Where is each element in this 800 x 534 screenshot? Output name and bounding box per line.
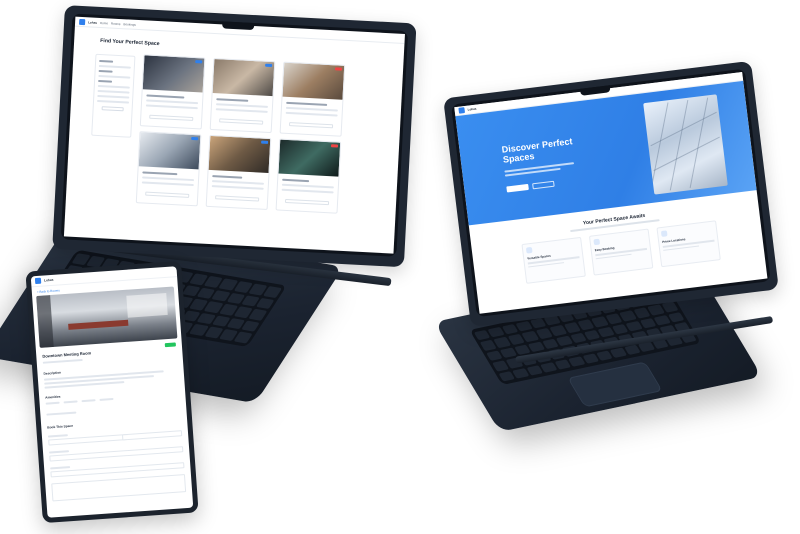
space-grid (135, 54, 354, 214)
building-image (643, 94, 728, 195)
nav-rooms[interactable]: Rooms (111, 21, 121, 25)
brand-name[interactable]: Lohas (88, 20, 97, 24)
brand-name[interactable]: Lohas (467, 107, 476, 112)
hero-subtitle (504, 162, 575, 178)
booking-heading: Book This Space (47, 423, 74, 430)
logo-icon (458, 107, 466, 114)
room-title: Downtown Meeting Room (42, 350, 92, 359)
laptop-lid: Lohas Home Rooms Bookings Find Your Perf… (52, 5, 417, 268)
space-card[interactable] (209, 57, 276, 134)
space-card[interactable] (135, 131, 202, 207)
laptop-lid: Lohas Discover Perfect Spaces Your Perfe… (443, 60, 779, 327)
tablet-detail: Lohas < Back to Rooms Downtown Meeting R… (25, 260, 199, 524)
apply-filter-button[interactable] (101, 106, 124, 112)
view-details-button[interactable] (284, 198, 330, 206)
view-details-button[interactable] (149, 114, 194, 121)
top-nav: Lohas (30, 266, 178, 288)
nav-home[interactable]: Home (100, 20, 108, 24)
laptop-home: Lohas Discover Perfect Spaces Your Perfe… (400, 60, 800, 440)
feature-card: Versatile Spaces (521, 236, 586, 284)
feature-card: Easy Booking (588, 228, 654, 276)
view-details-button[interactable] (145, 191, 190, 198)
time-field[interactable] (49, 446, 184, 462)
hero-title: Discover Perfect Spaces (501, 136, 573, 165)
amenities-heading: Amenities (45, 394, 61, 400)
calendar-icon (593, 238, 601, 246)
page-title: Find Your Perfect Space (100, 38, 160, 48)
room-photo (36, 286, 178, 348)
feature-card: Prime Locations (656, 220, 721, 268)
space-card[interactable] (275, 138, 342, 214)
detail-screen: Lohas < Back to Rooms Downtown Meeting R… (30, 266, 194, 518)
notes-field[interactable] (51, 474, 187, 502)
description-heading: Description (43, 370, 62, 376)
view-details-button[interactable] (215, 195, 260, 202)
logo-icon (34, 277, 42, 285)
duration-field[interactable] (121, 430, 183, 441)
nav-bookings[interactable]: Bookings (123, 22, 136, 27)
back-link[interactable]: < Back to Rooms (37, 288, 60, 294)
filter-panel (91, 53, 136, 138)
logo-icon (79, 18, 86, 25)
secondary-cta-button[interactable] (532, 180, 555, 190)
home-screen: Lohas Discover Perfect Spaces Your Perfe… (454, 71, 768, 314)
brand-name[interactable]: Lohas (44, 278, 54, 283)
layout-icon (525, 246, 533, 254)
view-details-button[interactable] (288, 122, 334, 129)
location-icon (660, 230, 668, 238)
catalog-screen: Lohas Home Rooms Bookings Find Your Perf… (63, 16, 405, 254)
space-card[interactable] (139, 54, 206, 130)
space-card[interactable] (205, 134, 272, 211)
space-card[interactable] (279, 61, 346, 137)
view-details-button[interactable] (219, 118, 264, 125)
status-badge (164, 342, 176, 348)
trackpad (567, 361, 663, 408)
primary-cta-button[interactable] (506, 183, 529, 193)
